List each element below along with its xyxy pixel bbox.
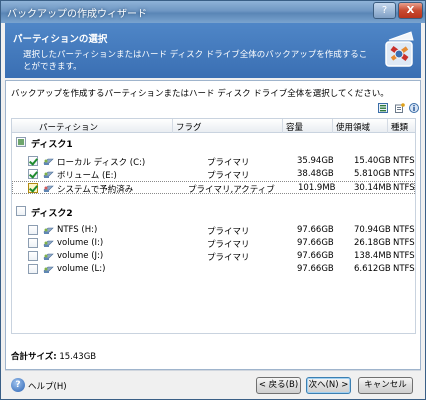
partition-flag: プライマリ	[207, 227, 250, 237]
partition-checkbox[interactable]	[28, 238, 38, 248]
partition-used: 70.94GB	[354, 225, 391, 235]
partition-panel: バックアップを作成するパーティションまたはハード ディスク ドライブ全体を選択し…	[5, 80, 421, 370]
column-flag[interactable]: フラグ	[176, 121, 202, 133]
disk-checkbox[interactable]	[16, 137, 26, 147]
backup-logo-icon	[385, 31, 414, 67]
column-type[interactable]: 種類	[391, 121, 408, 133]
cancel-button[interactable]: キャンセル	[358, 377, 413, 394]
column-partition[interactable]: パーティション	[39, 121, 98, 133]
next-button[interactable]: 次へ(N) >	[306, 377, 351, 394]
partition-capacity: 35.94GB	[297, 156, 334, 166]
partition-type: NTFS	[393, 183, 415, 193]
partition-icon	[43, 227, 54, 234]
partition-name: ローカル ディスク (C:)	[57, 158, 146, 168]
partition-name: システムで予約済み	[57, 185, 134, 195]
partition-type: NTFS	[393, 251, 415, 261]
partition-checkbox[interactable]	[28, 225, 38, 235]
partition-type: NTFS	[393, 225, 415, 235]
partition-capacity: 97.66GB	[297, 251, 334, 261]
partition-used: 138.4MB	[354, 251, 392, 261]
wizard-header: パーティションの選択 選択したパーティションまたはハード ディスク ドライブ全体…	[5, 23, 421, 78]
column-separator[interactable]	[332, 119, 333, 133]
window-title: バックアップの作成ウィザード	[7, 9, 147, 20]
total-size-value: 15.43GB	[59, 352, 97, 362]
partition-checkbox[interactable]	[28, 169, 38, 179]
partition-checkbox[interactable]	[28, 183, 38, 193]
partition-used: 26.18GB	[354, 238, 391, 248]
partition-icon	[43, 185, 54, 192]
disk-row[interactable]: ディスク1	[12, 136, 415, 150]
partition-capacity: 97.66GB	[297, 225, 334, 235]
partition-checkbox[interactable]	[28, 156, 38, 166]
partition-flag: プライマリ	[207, 240, 250, 250]
partition-used: 15.40GB	[354, 156, 391, 166]
partition-flag: プライマリ	[207, 171, 250, 181]
partition-used: 30.14MB	[354, 183, 392, 193]
partition-checkbox[interactable]	[28, 251, 38, 261]
back-button[interactable]: < 戻る(B)	[256, 377, 301, 394]
disk-row[interactable]: ディスク2	[12, 205, 415, 219]
partition-name: ボリューム (E:)	[57, 171, 117, 181]
disk-name: ディスク2	[31, 209, 73, 219]
partition-used: 6.612GB	[354, 264, 391, 274]
help-label: ヘルプ(H)	[28, 382, 67, 392]
title-bar: バックアップの作成ウィザード ? X	[1, 1, 425, 23]
partition-capacity: 38.48GB	[297, 169, 334, 179]
details-icon[interactable]	[378, 103, 388, 113]
partition-icon	[43, 253, 54, 260]
column-separator[interactable]	[387, 119, 388, 133]
column-used[interactable]: 使用領域	[336, 121, 370, 133]
partition-capacity: 97.66GB	[297, 238, 334, 248]
partition-type: NTFS	[393, 156, 415, 166]
partition-row[interactable]: ローカル ディスク (C:) プライマリ 35.94GB 15.40GB NTF…	[12, 155, 415, 168]
partition-type: NTFS	[393, 238, 415, 248]
partition-type: NTFS	[393, 169, 415, 179]
step-description: 選択したパーティションまたはハード ディスク ドライブ全体のバックアップを作成す…	[23, 50, 368, 72]
properties-icon[interactable]	[395, 103, 405, 113]
partition-name: volume (J:)	[57, 251, 104, 261]
partition-capacity: 97.66GB	[297, 264, 334, 274]
partition-name: NTFS (H:)	[57, 225, 98, 235]
partition-used: 5.810GB	[354, 169, 391, 179]
partition-name: volume (I:)	[57, 238, 104, 248]
backup-wizard-window: バックアップの作成ウィザード ? X パーティションの選択 選択したパーティショ…	[0, 0, 426, 400]
partition-row[interactable]: volume (L:) 97.66GB 6.612GB NTFS	[12, 263, 415, 276]
partition-flag: プライマリ	[207, 253, 250, 263]
help-title-button[interactable]: ?	[373, 2, 396, 19]
partition-flag: プライマリ,アクティブ	[188, 185, 275, 195]
grid-header: パーティション フラグ 容量 使用領域 種類	[12, 119, 415, 133]
partition-grid: パーティション フラグ 容量 使用領域 種類 ディスク1 ローカル ディスク (…	[11, 118, 416, 334]
step-title: パーティションの選択	[13, 34, 108, 45]
partition-name: volume (L:)	[57, 264, 106, 274]
help-icon: ?	[11, 378, 25, 392]
info-icon[interactable]	[409, 103, 419, 113]
partition-type: NTFS	[393, 264, 415, 274]
partition-icon	[43, 171, 54, 178]
close-button[interactable]: X	[398, 2, 423, 19]
column-separator[interactable]	[282, 119, 283, 133]
instruction-text: バックアップを作成するパーティションまたはハード ディスク ドライブ全体を選択し…	[11, 89, 389, 99]
disk-checkbox[interactable]	[16, 206, 26, 216]
partition-row[interactable]: NTFS (H:) プライマリ 97.66GB 70.94GB NTFS	[12, 224, 415, 237]
partition-icon	[43, 158, 54, 165]
column-capacity[interactable]: 容量	[286, 121, 303, 133]
total-size-label: 合計サイズ:	[11, 352, 57, 362]
partition-row[interactable]: volume (J:) プライマリ 97.66GB 138.4MB NTFS	[12, 250, 415, 263]
disk-name: ディスク1	[31, 140, 73, 150]
partition-icon	[43, 240, 54, 247]
partition-row-selected[interactable]: システムで予約済み プライマリ,アクティブ 101.9MB 30.14MB NT…	[12, 181, 415, 195]
column-separator[interactable]	[172, 119, 173, 133]
partition-checkbox[interactable]	[28, 264, 38, 274]
partition-row[interactable]: ボリューム (E:) プライマリ 38.48GB 5.810GB NTFS	[12, 168, 415, 181]
partition-icon	[43, 266, 54, 273]
footer-divider	[5, 370, 421, 371]
partition-flag: プライマリ	[207, 158, 250, 168]
partition-row[interactable]: volume (I:) プライマリ 97.66GB 26.18GB NTFS	[12, 237, 415, 250]
partition-capacity: 101.9MB	[298, 183, 336, 193]
total-size: 合計サイズ: 15.43GB	[11, 350, 96, 362]
